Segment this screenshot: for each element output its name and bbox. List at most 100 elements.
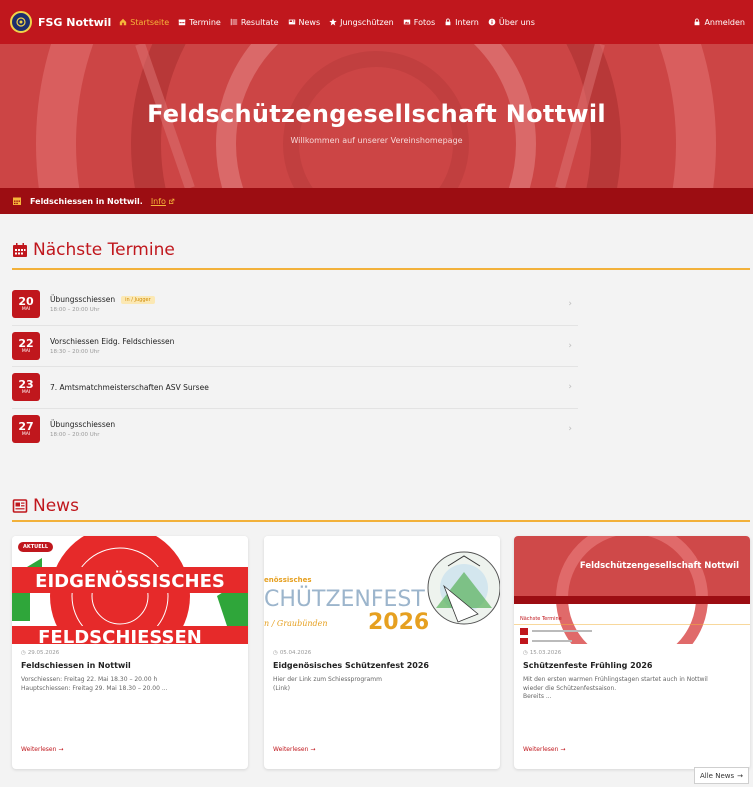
event-month: MAI (21, 307, 31, 312)
brand-name: FSG Nottwil (38, 15, 112, 29)
nav-item-label: Startseite (130, 17, 170, 27)
events-list: 20 MAI Übungsschiessen in / Jugger 18:00 … (12, 284, 578, 450)
card-image-line: n / Graubünden (264, 619, 328, 628)
news-card[interactable]: EIDGENÖSSISCHES FELDSCHIESSEN AKTUELL ◷ … (12, 536, 248, 769)
all-news-button[interactable]: Alle News → (694, 767, 749, 784)
nav-item-intern[interactable]: Intern (444, 18, 479, 27)
login-label: Anmelden (704, 17, 745, 27)
event-date-badge: 20 MAI (12, 290, 40, 319)
nav-item-label: News (298, 17, 321, 27)
nav-item-news[interactable]: News (288, 17, 321, 27)
info-icon (488, 18, 496, 26)
nav-item-resultate[interactable]: Resultate (230, 18, 279, 27)
news-divider (12, 520, 750, 522)
news-card-title: Feldschiessen in Nottwil (21, 661, 131, 670)
event-date-badge: 23 MAI (12, 373, 40, 402)
card-image-line: 2026 (368, 610, 429, 635)
event-day: 27 (18, 420, 34, 433)
newspaper-icon (12, 499, 28, 513)
hero-banner: Feldschützengesellschaft Nottwil Willkom… (0, 44, 753, 188)
chevron-right-icon: › (568, 340, 572, 351)
news-card-date: ◷ 05.04.2026 (273, 650, 311, 656)
news-date-text: 05.04.2026 (279, 650, 312, 656)
card-image-headline: FELDSCHIESSEN (38, 627, 202, 644)
news-card-title: Eidgenösisches Schützenfest 2026 (273, 661, 429, 670)
read-more-link[interactable]: Weiterlesen → (273, 746, 315, 753)
event-item[interactable]: 22 MAI Vorschiessen Eidg. Feldschiessen … (12, 326, 578, 367)
nav-item-termine[interactable]: Termine (178, 18, 221, 27)
event-day: 20 (18, 295, 34, 308)
event-month: MAI (21, 432, 31, 437)
arrow-right-icon: → (737, 771, 743, 780)
events-title-text: Nächste Termine (33, 240, 175, 260)
news-card-text-line: Hauptschiessen: Freitag 29. Mai 18.30 – … (21, 684, 168, 692)
chevron-right-icon: › (568, 299, 572, 310)
top-navbar: FSG Nottwil Startseite Termine Resultate… (0, 0, 753, 44)
news-card-date: ◷ 29.05.2026 (21, 650, 59, 656)
event-item[interactable]: 27 MAI Übungsschiessen 18:00 – 20:00 Uhr… (12, 409, 578, 451)
events-divider (12, 268, 750, 270)
card-image-line: CHÜTZENFEST (264, 586, 425, 612)
event-month: MAI (21, 390, 31, 395)
card-image-line: enössisches (264, 576, 312, 584)
event-item[interactable]: 20 MAI Übungsschiessen in / Jugger 18:00 … (12, 284, 578, 326)
home-icon (120, 18, 127, 26)
news-card-image: enössisches CHÜTZENFEST n / Graubünden 2… (264, 536, 500, 644)
news-card-text-line: wieder die Schützenfestsaison. (523, 684, 617, 692)
nav-item-label: Über uns (498, 17, 535, 27)
news-date-text: 15.03.2026 (529, 650, 562, 656)
chevron-right-icon: › (568, 382, 572, 393)
news-card[interactable]: enössisches CHÜTZENFEST n / Graubünden 2… (264, 536, 500, 769)
clock-icon: ◷ (21, 650, 26, 656)
events-section-title: Nächste Termine (12, 240, 175, 260)
hero-title: Feldschützengesellschaft Nottwil (147, 100, 606, 128)
event-title: Übungsschiessen (50, 295, 116, 305)
news-section-title: News (12, 496, 79, 516)
event-time: 18:00 – 20:00 Uhr (50, 432, 100, 439)
lock-icon (445, 18, 451, 26)
read-more-link[interactable]: Weiterlesen → (21, 746, 63, 753)
news-card-text-line: Bereits ... (523, 693, 552, 701)
nav-item-startseite[interactable]: Startseite (119, 18, 169, 27)
event-item[interactable]: 23 MAI 7. Amtsmatchmeisterschaften ASV S… (12, 367, 578, 409)
announcement-text: Feldschiessen in Nottwil. (30, 196, 143, 206)
card-image-line: Nächste Termine (520, 616, 562, 622)
newspaper-icon (288, 19, 295, 25)
brand[interactable]: FSG Nottwil (10, 11, 111, 33)
event-title: 7. Amtsmatchmeisterschaften ASV Sursee (50, 382, 209, 392)
login-button[interactable]: Anmelden (693, 0, 745, 44)
calendar-icon (13, 243, 27, 257)
news-title-text: News (33, 496, 79, 516)
news-card-text: Vorschiessen: Freitag 22. Mai 18.30 – 20… (21, 676, 239, 693)
event-time: 18:00 – 20:00 Uhr (50, 307, 100, 314)
nav-item-ueber-uns[interactable]: Über uns (488, 18, 535, 27)
card-image-headline: EIDGENÖSSISCHES (35, 570, 225, 592)
announcement-info-link[interactable]: Info (151, 197, 175, 206)
card-image-line: Feldschützengesellschaft Nottwil (580, 561, 739, 571)
event-month: MAI (21, 348, 31, 354)
nav-item-label: Resultate (240, 17, 279, 27)
news-card-text-line: Hier der Link zum Schiessprogramm (273, 676, 382, 683)
images-icon (403, 19, 410, 25)
news-card-text-line: Mit den ersten warmen Frühlingstagen sta… (523, 676, 708, 683)
event-date-badge: 22 MAI (12, 331, 40, 360)
news-card-title: Schützenfeste Frühling 2026 (523, 661, 653, 670)
event-time: 18:30 – 20:00 Uhr (50, 348, 100, 355)
announcement-bar: Feldschiessen in Nottwil. Info (0, 188, 753, 214)
aktuell-badge: AKTUELL (18, 542, 54, 552)
star-icon (329, 18, 337, 26)
nav-menu: Startseite Termine Resultate News Jungsc… (119, 18, 535, 27)
news-card-text: Mit den ersten warmen Frühlingstagen sta… (523, 676, 741, 702)
event-day: 22 (18, 336, 34, 350)
news-card[interactable]: Feldschützengesellschaft Nottwil Nächste… (514, 536, 750, 769)
news-card-image: EIDGENÖSSISCHES FELDSCHIESSEN AKTUELL (12, 536, 248, 644)
read-more-link[interactable]: Weiterlesen → (523, 746, 565, 753)
event-day: 23 (18, 378, 34, 391)
event-date-badge: 27 MAI (12, 415, 40, 444)
event-title: Vorschiessen Eidg. Feldschiessen (50, 336, 175, 346)
calendar-icon (13, 197, 21, 205)
nav-item-fotos[interactable]: Fotos (403, 18, 435, 27)
chevron-right-icon: › (568, 424, 572, 435)
nav-item-label: Fotos (413, 17, 436, 27)
nav-item-jungschuetzen[interactable]: Jungschützen (329, 18, 394, 27)
